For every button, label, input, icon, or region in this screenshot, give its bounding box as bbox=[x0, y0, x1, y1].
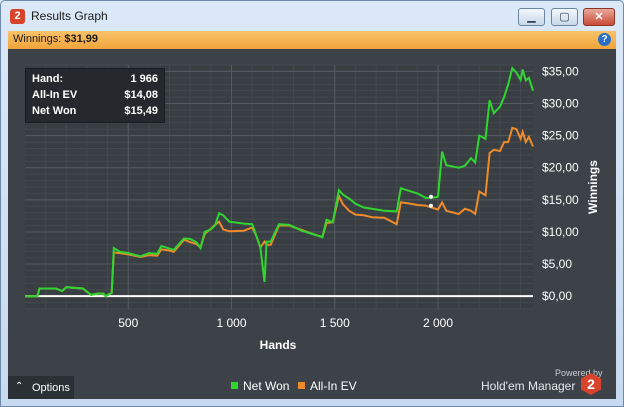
y-tick-label: $20,00 bbox=[542, 161, 579, 175]
y-axis-title: Winnings bbox=[586, 160, 600, 214]
chevron-up-icon: ⌃ bbox=[15, 381, 24, 392]
stat-row-hand: Hand: 1 966 bbox=[32, 73, 158, 89]
stat-label: Net Won bbox=[32, 105, 77, 117]
winnings-value: $31,99 bbox=[64, 33, 99, 45]
y-tick-label: $35,00 bbox=[542, 64, 579, 78]
y-tick-label: $30,00 bbox=[542, 97, 579, 111]
window-title: Results Graph bbox=[31, 9, 108, 23]
winnings-label: Winnings: bbox=[13, 33, 62, 45]
x-tick-label: 500 bbox=[118, 316, 138, 330]
legend-net-won[interactable]: Net Won bbox=[231, 379, 289, 393]
graph-panel: $0,00 $5,00 $10,00 $15,00 $20,00 $25,00 $30,00… bbox=[8, 49, 616, 399]
x-tick-label: 1 000 bbox=[216, 316, 246, 330]
winnings-summary: Winnings: $31,99 bbox=[13, 33, 98, 45]
hover-point-net-won bbox=[428, 194, 433, 199]
hover-point-all-in-ev bbox=[428, 203, 433, 208]
legend-swatch-net-won bbox=[231, 382, 238, 389]
stat-value: 1 966 bbox=[130, 73, 158, 85]
minimize-button[interactable]: ▁ bbox=[518, 8, 545, 26]
options-button[interactable]: ⌃ Options bbox=[8, 376, 74, 399]
stat-row-net-won: Net Won $15,49 bbox=[32, 105, 158, 121]
legend-all-in-ev[interactable]: All-In EV bbox=[298, 379, 357, 393]
close-button[interactable]: ✕ bbox=[583, 8, 615, 26]
winnings-bar: Winnings: $31,99 ? bbox=[8, 31, 616, 50]
stat-row-all-in-ev: All-In EV $14,08 bbox=[32, 89, 158, 105]
legend-swatch-all-in-ev bbox=[298, 382, 305, 389]
y-tick-label: $5,00 bbox=[542, 257, 572, 271]
stat-label: Hand: bbox=[32, 73, 64, 85]
x-axis-title: Hands bbox=[260, 338, 297, 352]
help-icon[interactable]: ? bbox=[598, 33, 611, 46]
maximize-button[interactable]: ▢ bbox=[551, 8, 578, 26]
hover-stats-box: Hand: 1 966 All-In EV $14,08 Net Won $15… bbox=[25, 68, 165, 123]
app-logo-icon: 2 bbox=[10, 9, 25, 24]
x-tick-label: 1 500 bbox=[320, 316, 350, 330]
stat-label: All-In EV bbox=[32, 89, 78, 101]
stat-value: $15,49 bbox=[124, 105, 158, 117]
x-tick-label: 2 000 bbox=[423, 316, 453, 330]
options-label: Options bbox=[32, 382, 70, 394]
legend-label: All-In EV bbox=[310, 379, 357, 393]
y-tick-label: $0,00 bbox=[542, 289, 572, 303]
brand-name: Hold'em Manager bbox=[481, 379, 576, 393]
legend-label: Net Won bbox=[243, 379, 290, 393]
y-tick-label: $15,00 bbox=[542, 193, 579, 207]
y-tick-label: $10,00 bbox=[542, 225, 579, 239]
y-tick-label: $25,00 bbox=[542, 129, 579, 143]
results-graph-window: 2 Results Graph ▁ ▢ ✕ Winnings: $31,99 ?… bbox=[0, 0, 624, 407]
title-bar[interactable]: 2 Results Graph ▁ ▢ ✕ bbox=[1, 1, 623, 31]
stat-value: $14,08 bbox=[124, 89, 158, 101]
